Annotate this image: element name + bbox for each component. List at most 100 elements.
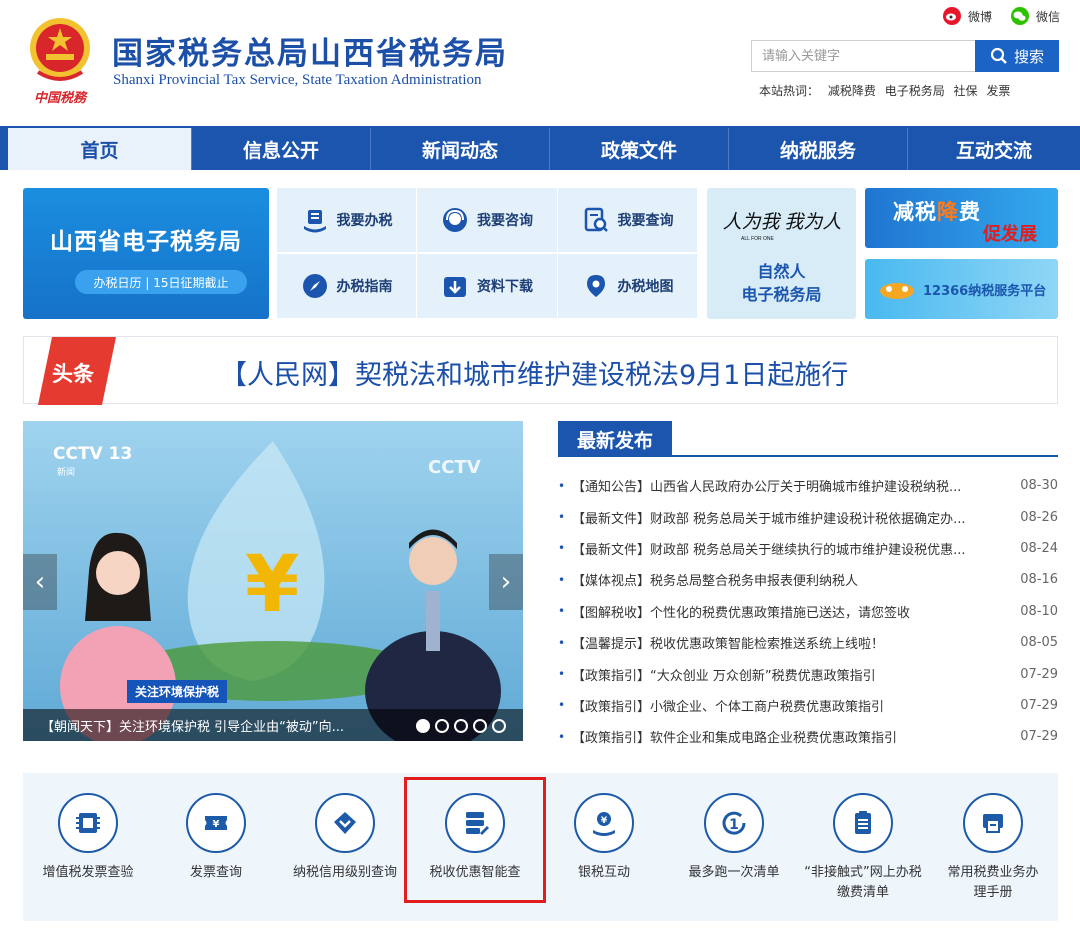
news-title[interactable]: 【图解税收】个性化的税费优惠政策措施已送达，请您签收 [572, 602, 1012, 621]
bullet-icon: • [558, 635, 566, 650]
service-map[interactable]: 办税地图 [558, 254, 697, 318]
tool-icon-circle [58, 793, 118, 853]
bullet-icon: • [558, 478, 566, 493]
news-title[interactable]: 【政策指引】软件企业和集成电路企业税费优惠政策指引 [572, 727, 1012, 746]
news-item[interactable]: • 【政策指引】软件企业和集成电路企业税费优惠政策指引 07-29 [558, 721, 1058, 752]
bullet-icon: • [558, 541, 566, 556]
nav-item-interaction[interactable]: 互动交流 [908, 128, 1080, 170]
mascot-icon [880, 283, 914, 299]
carousel-dot[interactable] [416, 719, 430, 733]
hot-word-link[interactable]: 电子税务局 [885, 84, 945, 98]
news-title[interactable]: 【最新文件】财政部 税务总局关于城市维护建设税计税依据确定办... [572, 508, 1012, 527]
tool-one-visit-list[interactable]: 1 最多跑一次清单 [669, 793, 799, 913]
calligraphy-logo: 人人为我 我为人人 ALL FOR ONE [723, 212, 841, 242]
news-title[interactable]: 【通知公告】山西省人民政府办公厅关于明确城市维护建设税纳税... [572, 476, 1012, 495]
news-item[interactable]: • 【媒体视点】税务总局整合税务申报表便利纳税人 08-16 [558, 564, 1058, 595]
wechat-label: 微信 [1035, 9, 1060, 24]
nav-item-policy[interactable]: 政策文件 [550, 128, 729, 170]
tool-vat-invoice-check[interactable]: 增值税发票查验 [23, 793, 153, 913]
carousel-dot[interactable] [435, 719, 449, 733]
tool-icon-circle: ¥ [574, 793, 634, 853]
service-label: 我要办税 [336, 213, 393, 229]
weibo-icon [942, 7, 961, 25]
invoice-chip-icon [76, 813, 100, 833]
news-date: 08-16 [1020, 572, 1058, 588]
weibo-link[interactable]: 微博 [942, 6, 992, 26]
tool-bank-tax-interaction[interactable]: ¥ 银税互动 [539, 793, 669, 913]
carousel-next-button[interactable]: › [489, 554, 523, 610]
news-item[interactable]: • 【政策指引】小微企业、个体工商户税费优惠政策指引 07-29 [558, 690, 1058, 721]
search-box: 搜索 [751, 40, 1059, 72]
tool-icon-circle: 1 [704, 793, 764, 853]
hot-word-link[interactable]: 减税降费 [828, 84, 876, 98]
service-handle-tax[interactable]: 我要办税 [277, 188, 416, 252]
search-button[interactable]: 搜索 [975, 40, 1059, 72]
tool-label: 增值税发票查验 [42, 865, 134, 880]
carousel-dot[interactable] [454, 719, 468, 733]
news-carousel[interactable]: ¥ CCTV 13 新闻 CCTV ‹ › 关注环境保护税 【朝闻天下】关注环境… [23, 421, 523, 741]
svg-text:CCTV 13: CCTV 13 [53, 444, 132, 464]
tool-icon-circle [833, 793, 893, 853]
tool-contactless-list[interactable]: “非接触式”网上办税缴费清单 [798, 793, 928, 913]
search-input[interactable] [751, 40, 975, 72]
service-label: 办税指南 [336, 279, 393, 295]
service-download[interactable]: 资料下载 [417, 254, 557, 318]
service-platform-label: 12366纳税服务平台 [923, 283, 1047, 299]
national-emblem-logo[interactable]: 中国税務 [24, 14, 96, 106]
news-title[interactable]: 【最新文件】财政部 税务总局关于继续执行的城市维护建设税优惠... [572, 539, 1012, 558]
latest-news-title[interactable]: 最新发布 [558, 421, 672, 457]
news-item[interactable]: • 【温馨提示】税收优惠政策智能检索推送系统上线啦！ 08-05 [558, 627, 1058, 658]
news-date: 08-10 [1020, 603, 1058, 619]
tax-cut-subtitle: 促发展 [983, 224, 1037, 245]
natural-line2: 电子税务局 [741, 285, 822, 304]
news-title[interactable]: 【政策指引】小微企业、个体工商户税费优惠政策指引 [572, 696, 1012, 715]
nav-item-news[interactable]: 新闻动态 [371, 128, 550, 170]
tax-calendar-pill[interactable]: 办税日历 | 15日征期截止 [75, 270, 247, 294]
wechat-icon [1010, 7, 1029, 25]
news-title[interactable]: 【政策指引】“大众创业 万众创新”税费优惠政策指引 [572, 665, 1012, 684]
carousel-dot[interactable] [492, 719, 506, 733]
carousel-prev-button[interactable]: ‹ [23, 554, 57, 610]
news-item[interactable]: • 【图解税收】个性化的税费优惠政策措施已送达，请您签收 08-10 [558, 596, 1058, 627]
tool-invoice-query[interactable]: ¥ 发票查询 [151, 793, 281, 913]
news-title[interactable]: 【温馨提示】税收优惠政策智能检索推送系统上线啦！ [572, 633, 1012, 652]
service-guide[interactable]: 办税指南 [277, 254, 416, 318]
social-links: 微博 微信 [942, 6, 1060, 26]
news-title[interactable]: 【媒体视点】税务总局整合税务申报表便利纳税人 [572, 570, 1012, 589]
news-date: 08-24 [1020, 540, 1058, 556]
carousel-caption[interactable]: 【朝闻天下】关注环境保护税 引导企业由“被动”向... [41, 716, 344, 735]
bullet-icon: • [558, 698, 566, 713]
wechat-link[interactable]: 微信 [1010, 6, 1060, 26]
etax-card[interactable]: 山西省电子税务局 办税日历 | 15日征期截止 [23, 188, 269, 319]
service-query[interactable]: 我要查询 [558, 188, 697, 252]
headline-link[interactable]: 【人民网】契税法和城市维护建设税法9月1日起施行 [220, 353, 848, 392]
news-item[interactable]: • 【最新文件】财政部 税务总局关于城市维护建设税计税依据确定办... 08-26 [558, 501, 1058, 532]
svg-text:¥: ¥ [601, 816, 608, 826]
service-consult[interactable]: 我要咨询 [417, 188, 557, 252]
tool-credit-level[interactable]: 纳税信用级别查询 [280, 793, 410, 913]
tool-tax-preference-search[interactable]: 税收优惠智能查 [410, 793, 540, 913]
weibo-label: 微博 [967, 9, 992, 24]
tool-label: 常用税费业务办理手册 [947, 865, 1039, 900]
tool-business-manual[interactable]: 常用税费业务办理手册 [928, 793, 1058, 913]
carousel-dot[interactable] [473, 719, 487, 733]
search-button-label: 搜索 [1013, 47, 1044, 66]
news-date: 07-29 [1020, 729, 1058, 745]
nav-item-info[interactable]: 信息公开 [192, 128, 371, 170]
news-item[interactable]: • 【最新文件】财政部 税务总局关于继续执行的城市维护建设税优惠... 08-24 [558, 533, 1058, 564]
site-title: 国家税务总局山西省税务局 [112, 36, 508, 72]
svg-text:1: 1 [729, 817, 739, 833]
nav-item-home[interactable]: 首页 [8, 128, 192, 170]
svg-text:ALL FOR ONE: ALL FOR ONE [741, 236, 775, 242]
tool-icon-circle [963, 793, 1023, 853]
news-date: 08-26 [1020, 509, 1058, 525]
latest-news-header: 最新发布 [558, 421, 1058, 457]
news-item[interactable]: • 【政策指引】“大众创业 万众创新”税费优惠政策指引 07-29 [558, 658, 1058, 689]
hot-word-link[interactable]: 社保 [954, 84, 978, 98]
news-item[interactable]: • 【通知公告】山西省人民政府办公厅关于明确城市维护建设税纳税... 08-30 [558, 470, 1058, 501]
hot-word-link[interactable]: 发票 [986, 84, 1010, 98]
nav-item-service[interactable]: 纳税服务 [729, 128, 908, 170]
natural-person-etax-card[interactable]: 人人为我 我为人人 ALL FOR ONE 自然人 电子税务局 [707, 188, 856, 319]
service-platform-12366-banner[interactable]: 12366纳税服务平台 [865, 259, 1058, 319]
tax-cut-banner[interactable]: 减税降费 促发展 [865, 188, 1058, 248]
